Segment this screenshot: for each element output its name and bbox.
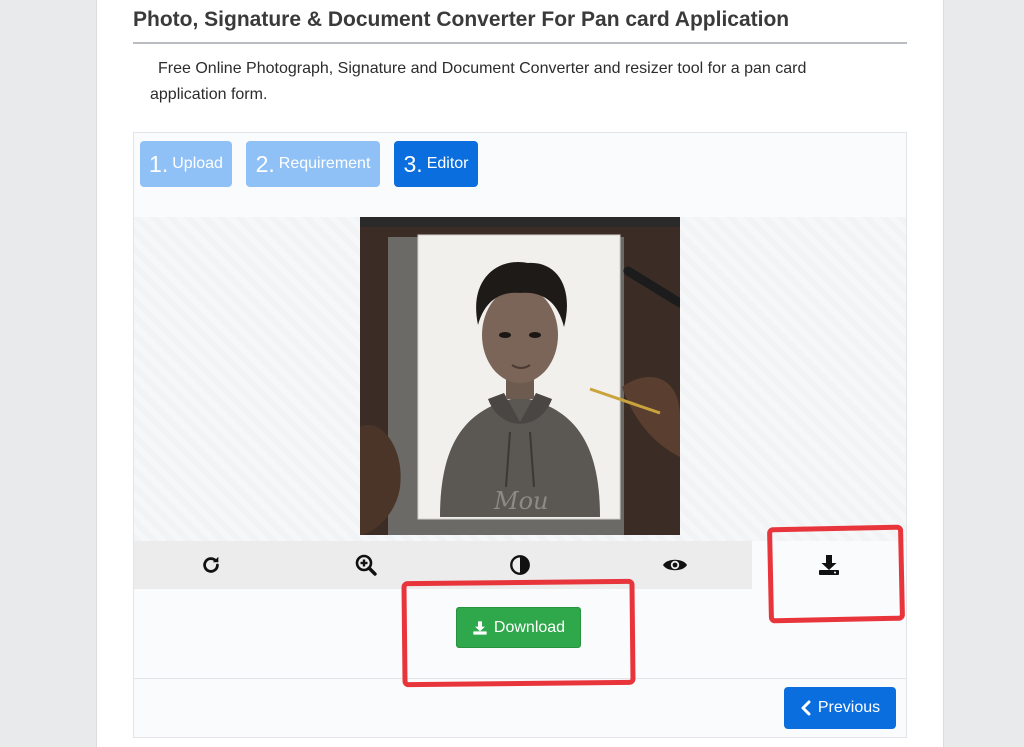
step-editor[interactable]: 3. Editor bbox=[394, 141, 478, 187]
hoodie-text: Mou bbox=[494, 487, 549, 515]
step-number: 1. bbox=[149, 150, 169, 177]
step-upload[interactable]: 1. Upload bbox=[140, 141, 232, 187]
step-requirement[interactable]: 2. Requirement bbox=[246, 141, 380, 187]
page-description: Free Online Photograph, Signature and Do… bbox=[150, 60, 807, 103]
highlight-box-download-icon bbox=[767, 524, 905, 624]
step-label: Requirement bbox=[278, 155, 371, 172]
rotate-icon bbox=[203, 556, 220, 573]
step-number: 2. bbox=[255, 150, 275, 177]
eye-icon bbox=[662, 559, 687, 571]
chevron-left-icon bbox=[801, 700, 811, 716]
previous-button[interactable]: Previous bbox=[784, 687, 896, 729]
highlight-box-download-button bbox=[401, 578, 636, 688]
rotate-button[interactable] bbox=[134, 541, 289, 589]
step-number: 3. bbox=[403, 150, 423, 177]
uploaded-photo[interactable]: Mou bbox=[360, 217, 680, 535]
zoom-in-icon bbox=[355, 554, 377, 576]
contrast-icon bbox=[510, 555, 531, 575]
page-title: Photo, Signature & Document Converter Fo… bbox=[133, 8, 907, 44]
image-canvas[interactable]: Mou bbox=[134, 217, 906, 541]
step-label: Editor bbox=[426, 155, 469, 172]
previous-label: Previous bbox=[817, 699, 881, 716]
step-label: Upload bbox=[172, 155, 223, 172]
